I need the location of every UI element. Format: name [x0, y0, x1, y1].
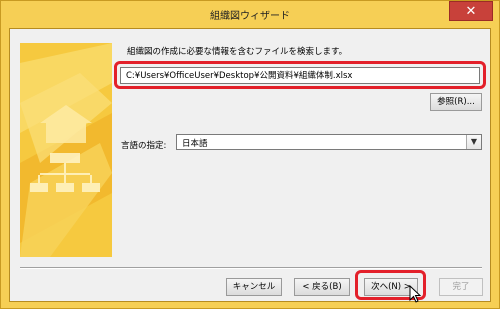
wizard-body: 組織図の作成に必要な情報を含むファイルを検索します。 C:¥Users¥Offi…	[9, 28, 491, 303]
mouse-cursor-icon	[409, 285, 422, 303]
title-bar[interactable]: 組織図ウィザード ✕	[1, 1, 499, 27]
instruction-text: 組織図の作成に必要な情報を含むファイルを検索します。	[127, 47, 348, 57]
close-button[interactable]: ✕	[449, 1, 493, 21]
language-value: 日本語	[182, 139, 208, 149]
browse-button[interactable]: 参照(R)...	[430, 93, 482, 111]
back-button[interactable]: < 戻る(B)	[294, 278, 350, 296]
close-icon: ✕	[465, 4, 477, 19]
wizard-window: 組織図ウィザード ✕ 組織図の作成に必要な情報を含むファイルを検索します。 C:…	[0, 0, 500, 309]
language-label: 言語の指定:	[121, 141, 167, 151]
org-chart-illustration	[20, 43, 112, 257]
cancel-button[interactable]: キャンセル	[226, 278, 282, 296]
file-path-input[interactable]: C:¥Users¥OfficeUser¥Desktop¥公開資料¥組織体制.xl…	[120, 67, 480, 84]
language-select[interactable]: 日本語 ▼	[176, 134, 482, 150]
footer-divider	[20, 267, 482, 269]
chevron-down-icon[interactable]: ▼	[466, 135, 481, 149]
window-title: 組織図ウィザード	[210, 11, 290, 22]
finish-button: 完了	[439, 278, 483, 296]
